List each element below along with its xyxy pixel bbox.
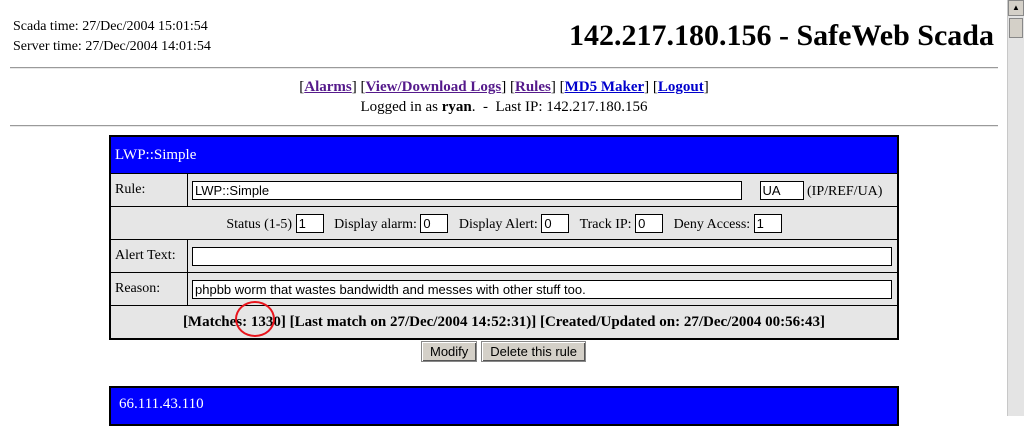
scroll-up-arrow-icon[interactable]: ▲ <box>1008 0 1024 16</box>
rule-table: LWP::Simple Rule: (IP/REF/UA) Status (1-… <box>109 135 899 340</box>
server-time: Server time: 27/Dec/2004 14:01:54 <box>13 37 211 57</box>
display-alert-label: Display Alert: <box>458 216 538 232</box>
alert-text-input[interactable] <box>192 246 892 266</box>
rule-type-hint: (IP/REF/UA) <box>807 183 883 199</box>
status-input[interactable] <box>295 213 324 233</box>
time-info: Scada time: 27/Dec/2004 15:01:54 Server … <box>13 17 211 57</box>
scada-time-value: 27/Dec/2004 15:01:54 <box>82 19 208 34</box>
server-time-value: 27/Dec/2004 14:01:54 <box>85 39 211 54</box>
rule-header: LWP::Simple <box>109 135 899 174</box>
server-time-label: Server time: <box>13 39 82 54</box>
track-ip-label: Track IP: <box>579 216 632 232</box>
alert-text-cell <box>187 239 899 273</box>
display-alarm-input[interactable] <box>420 213 449 233</box>
display-alert-input[interactable] <box>541 213 570 233</box>
alert-text-row: Alert Text: <box>109 239 899 273</box>
next-rule-header: 66.111.43.110 <box>109 386 899 426</box>
nav-link-md5-maker[interactable]: MD5 Maker <box>565 79 645 95</box>
matches-row: [Matches: 1330] [Last match on 27/Dec/20… <box>109 305 899 340</box>
settings-cell: Status (1-5) Display alarm: Display Aler… <box>109 206 899 240</box>
display-alarm-label: Display alarm: <box>334 216 417 232</box>
settings-row: Status (1-5) Display alarm: Display Aler… <box>109 206 899 240</box>
deny-access-label: Deny Access: <box>673 216 751 232</box>
reason-input[interactable] <box>192 279 892 299</box>
rule-actions: Modify Delete this rule <box>0 341 1007 362</box>
scroll-thumb[interactable] <box>1009 18 1023 38</box>
status-label: Status (1-5) <box>226 216 293 232</box>
reason-row: Reason: <box>109 272 899 306</box>
reason-cell <box>187 272 899 306</box>
login-prefix: Logged in as <box>360 99 438 115</box>
scada-time: Scada time: 27/Dec/2004 15:01:54 <box>13 17 211 37</box>
last-ip-label: Last IP: <box>495 99 543 115</box>
login-user: ryan <box>441 99 472 115</box>
rule-input[interactable] <box>192 180 742 200</box>
delete-rule-button[interactable]: Delete this rule <box>481 341 586 362</box>
matches-cell: [Matches: 1330] [Last match on 27/Dec/20… <box>109 305 899 340</box>
rule-cell: (IP/REF/UA) <box>187 173 899 207</box>
track-ip-input[interactable] <box>635 213 664 233</box>
rule-row: Rule: (IP/REF/UA) <box>109 173 899 207</box>
deny-access-input[interactable] <box>753 213 782 233</box>
modify-button[interactable]: Modify <box>420 341 478 362</box>
main-nav: [Alarms] [View/Download Logs] [Rules] [M… <box>299 79 709 95</box>
scada-time-label: Scada time: <box>13 19 79 34</box>
matches-details: ] [Last match on 27/Dec/2004 14:52:31)] … <box>280 313 826 330</box>
nav-link-view-logs[interactable]: View/Download Logs <box>366 79 502 95</box>
divider-top <box>10 67 998 69</box>
login-info: Logged in as ryan. - Last IP: 142.217.18… <box>360 99 648 115</box>
nav-link-alarms[interactable]: Alarms <box>304 79 352 95</box>
rule-type-input[interactable] <box>759 180 804 200</box>
reason-label: Reason: <box>109 272 188 306</box>
vertical-scrollbar[interactable]: ▲ <box>1007 0 1024 416</box>
rule-label: Rule: <box>109 173 188 207</box>
nav-link-rules[interactable]: Rules <box>515 79 551 95</box>
divider-bottom <box>10 125 998 127</box>
alert-text-label: Alert Text: <box>109 239 188 273</box>
last-ip-value: 142.217.180.156 <box>546 99 648 115</box>
nav-link-logout[interactable]: Logout <box>658 79 704 95</box>
page-title: 142.217.180.156 - SafeWeb Scada <box>568 19 994 52</box>
matches-highlight-circle <box>235 301 275 337</box>
